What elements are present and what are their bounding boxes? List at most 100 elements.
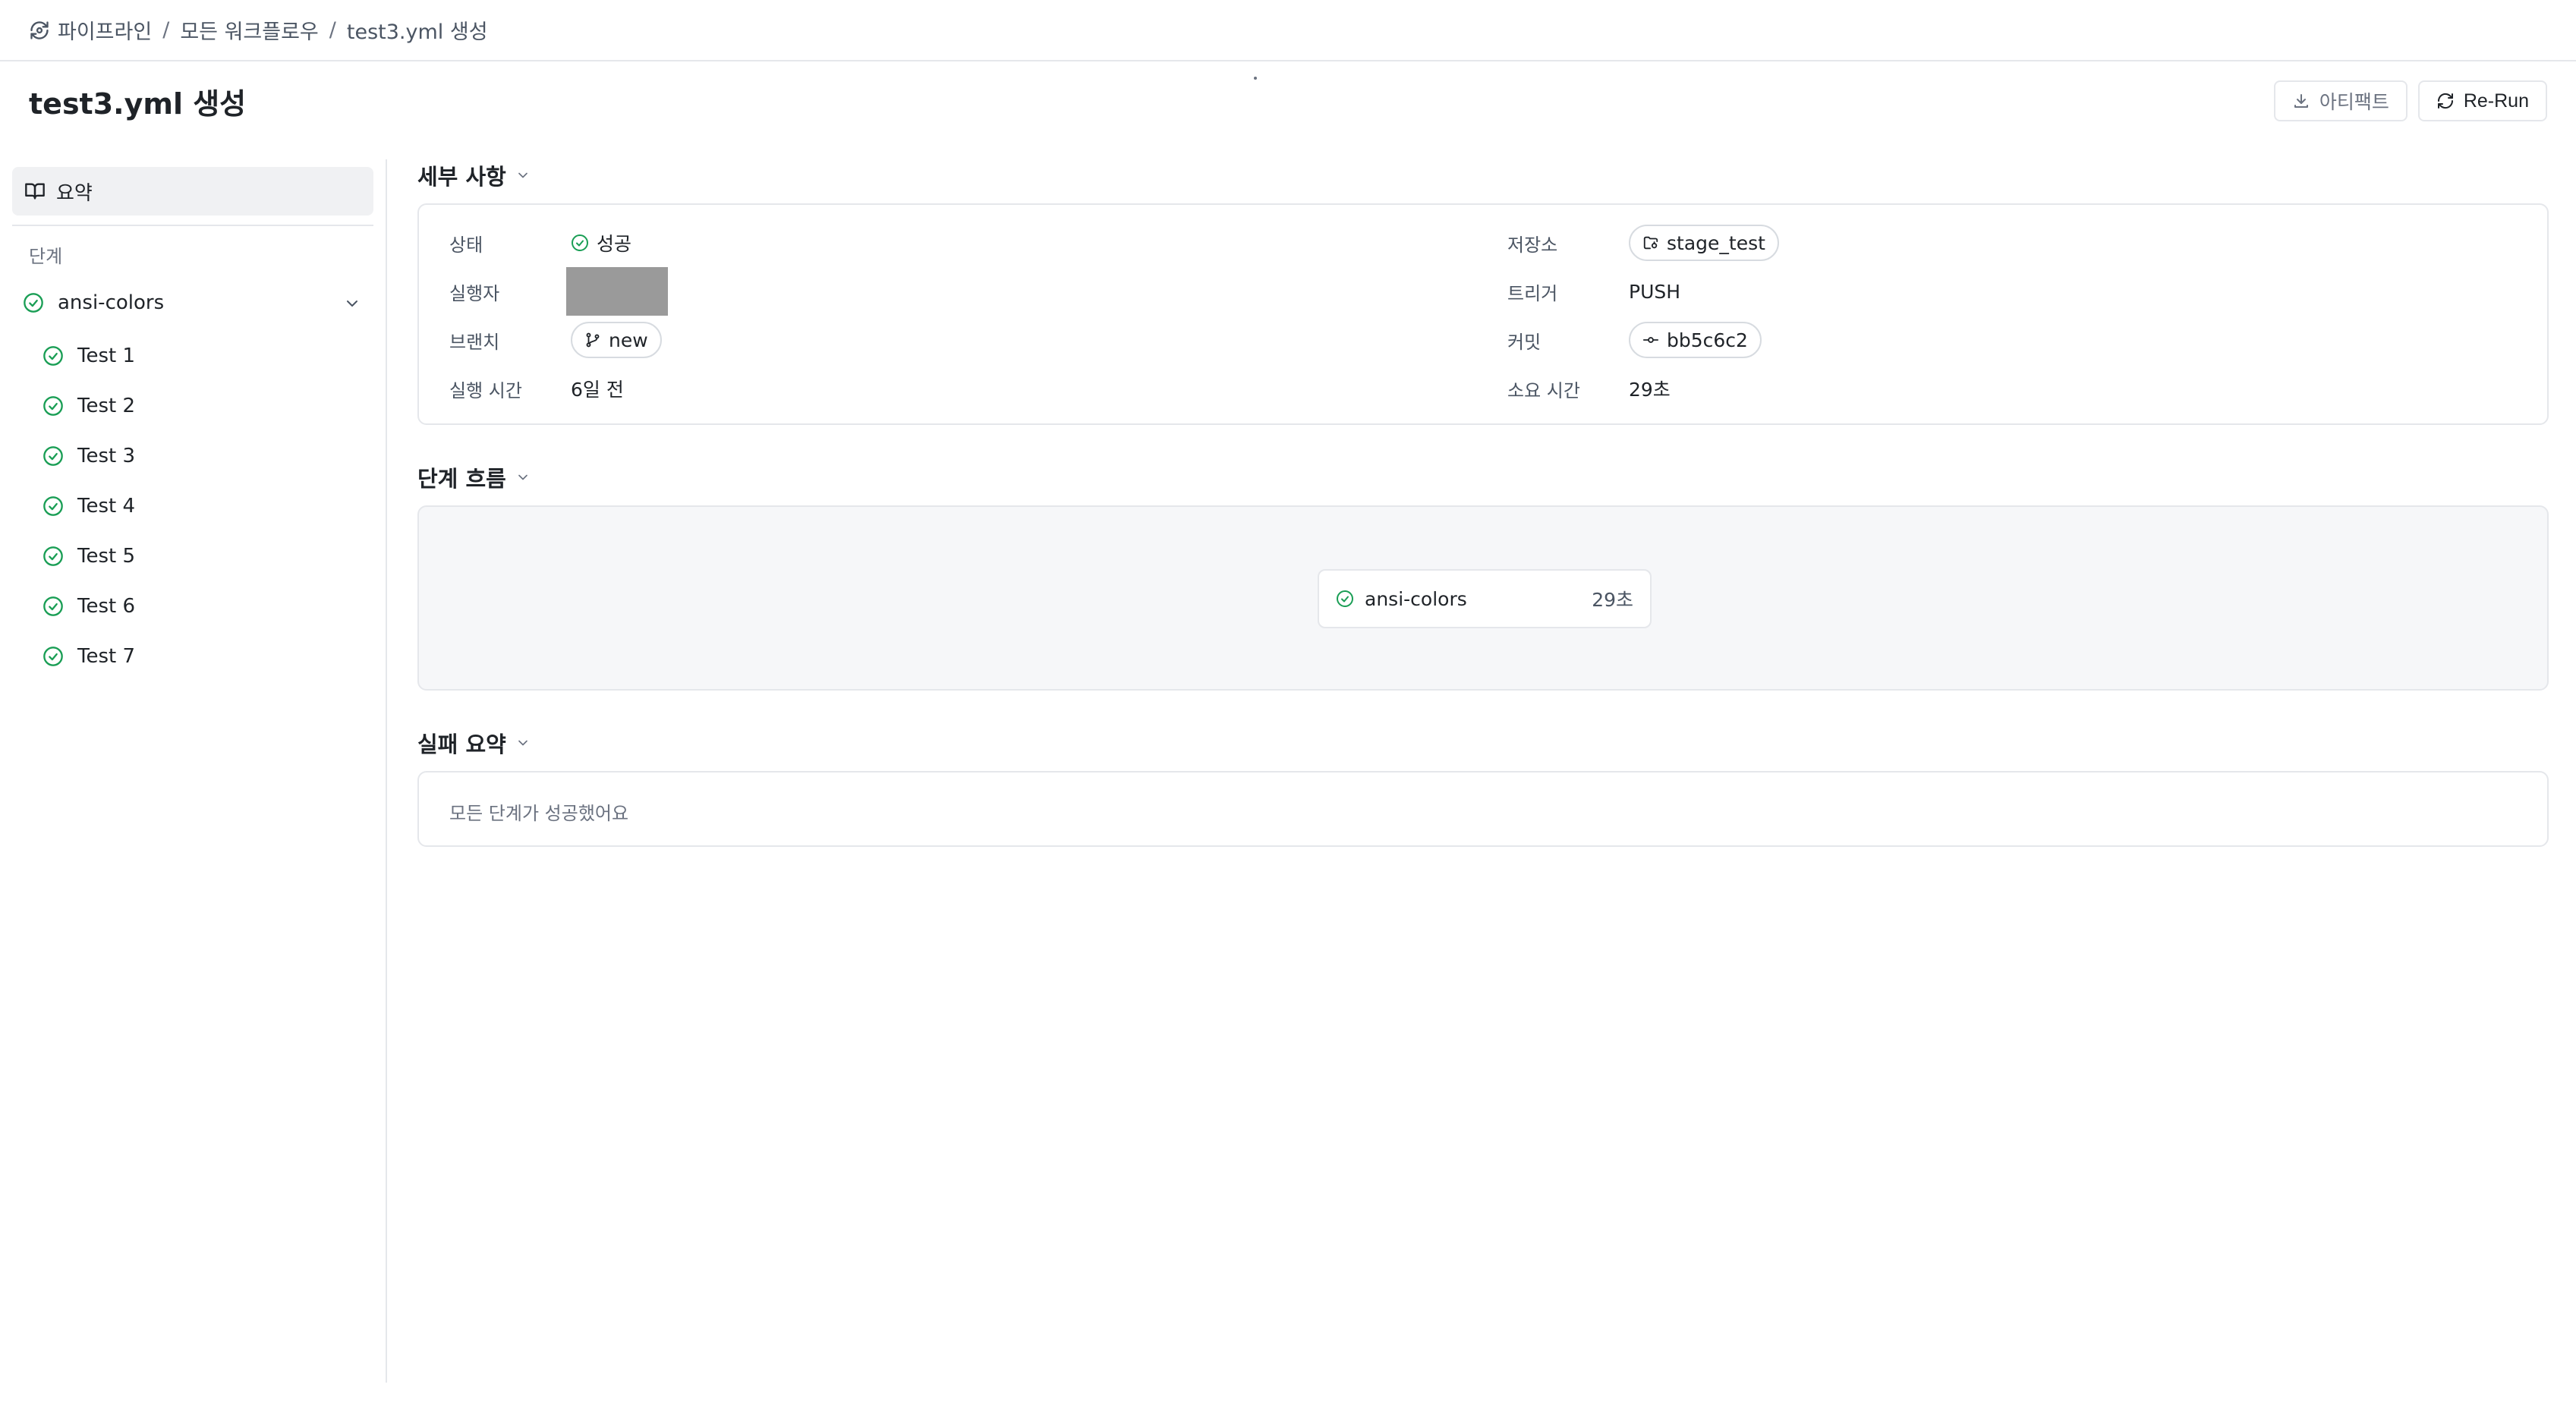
chevron-down-icon[interactable] <box>343 294 361 313</box>
detail-run-time-row: 실행 시간 6일 전 <box>449 367 624 410</box>
detail-status-label: 상태 <box>449 234 483 256</box>
chevron-down-icon <box>515 168 531 183</box>
detail-commit-label: 커밋 <box>1507 331 1542 353</box>
check-circle-icon <box>43 345 64 367</box>
rerun-button[interactable]: Re-Run <box>2417 80 2547 121</box>
pipeline-refresh-icon <box>29 20 50 41</box>
detail-status-row: 상태 성공 <box>449 222 631 264</box>
sidebar: 요약 단계 ansi-colors Test 1 Test 2 Test 3 T… <box>0 159 387 1383</box>
breadcrumb-middle-label: 모든 워크플로우 <box>180 20 319 44</box>
detail-runner-row: 실행자 <box>449 267 668 316</box>
status-badge: 성공 <box>571 229 631 256</box>
folder-git-icon <box>1642 234 1659 251</box>
failure-message: 모든 단계가 성공했어요 <box>449 803 629 824</box>
repo-value: stage_test <box>1667 231 1765 254</box>
detail-commit-row: 커밋 bb5c6c2 <box>1507 319 1762 361</box>
refresh-icon <box>2436 92 2455 110</box>
detail-trigger-label: 트리거 <box>1507 282 1558 304</box>
flow-node-ansi-colors[interactable]: ansi-colors 29초 <box>1318 569 1652 628</box>
check-circle-icon <box>43 546 64 567</box>
sidebar-step-item[interactable]: Test 6 <box>43 581 135 631</box>
details-section-header[interactable]: 세부 사항 <box>417 159 531 191</box>
breadcrumb: 파이프라인 / 모든 워크플로우 / test3.yml 생성 <box>0 0 2576 61</box>
sidebar-step-label: Test 2 <box>77 395 136 417</box>
commit-pill[interactable]: bb5c6c2 <box>1629 322 1762 358</box>
flow-card: ansi-colors 29초 <box>417 505 2549 691</box>
detail-run-time-label: 실행 시간 <box>449 379 522 401</box>
branch-value: new <box>609 329 648 351</box>
artifact-button[interactable]: 아티팩트 <box>2273 80 2408 121</box>
failure-section-header[interactable]: 실패 요약 <box>417 727 531 759</box>
check-circle-icon <box>43 646 64 667</box>
breadcrumb-separator: / <box>162 18 170 42</box>
details-card: 상태 성공 실행자 브랜치 new 실행 시간 6일 전 저장소 stage_t… <box>417 203 2549 425</box>
book-open-icon <box>24 181 46 202</box>
sidebar-summary-label: 요약 <box>56 181 93 205</box>
detail-duration-row: 소요 시간 29초 <box>1507 367 1671 410</box>
failure-heading: 실패 요약 <box>417 732 506 757</box>
git-branch-icon <box>584 332 601 348</box>
chevron-down-icon <box>515 735 531 750</box>
flow-node-duration: 29초 <box>1592 589 1633 611</box>
decorative-dot <box>1254 77 1257 80</box>
check-circle-icon <box>23 292 44 313</box>
header-actions: 아티팩트 Re-Run <box>2273 80 2547 121</box>
check-circle-icon <box>571 234 589 252</box>
detail-trigger-value: PUSH <box>1629 280 1681 303</box>
rerun-button-label: Re-Run <box>2463 90 2529 112</box>
flow-section-header[interactable]: 단계 흐름 <box>417 461 531 493</box>
sidebar-section-label: 단계 <box>29 246 63 267</box>
breadcrumb-current: test3.yml 생성 <box>347 15 488 45</box>
detail-repo-label: 저장소 <box>1507 234 1558 256</box>
detail-status-value: 성공 <box>597 233 632 255</box>
detail-trigger-row: 트리거 PUSH <box>1507 270 1680 313</box>
detail-duration-value: 29초 <box>1629 379 1671 401</box>
sidebar-item-summary[interactable]: 요약 <box>12 167 373 216</box>
repo-pill[interactable]: stage_test <box>1629 225 1779 261</box>
sidebar-step-item[interactable]: Test 3 <box>43 431 135 481</box>
sidebar-step-item[interactable]: Test 5 <box>43 531 135 581</box>
sidebar-step-label: Test 4 <box>77 495 136 518</box>
chevron-down-icon <box>515 470 531 485</box>
sidebar-step-item[interactable]: Test 1 <box>43 331 135 381</box>
artifact-button-label: 아티팩트 <box>2319 92 2389 113</box>
breadcrumb-all-workflows[interactable]: 모든 워크플로우 <box>180 15 318 45</box>
detail-duration-label: 소요 시간 <box>1507 379 1580 401</box>
flow-heading: 단계 흐름 <box>417 466 506 492</box>
check-circle-icon <box>1336 590 1354 608</box>
check-circle-icon <box>43 445 64 467</box>
detail-repo-row: 저장소 stage_test <box>1507 222 1779 264</box>
failure-card: 모든 단계가 성공했어요 <box>417 771 2549 847</box>
detail-run-time-value: 6일 전 <box>571 379 624 401</box>
sidebar-job-label: ansi-colors <box>58 291 165 314</box>
commit-value: bb5c6c2 <box>1667 329 1748 351</box>
breadcrumb-current-label: test3.yml 생성 <box>346 20 488 44</box>
download-icon <box>2292 92 2310 110</box>
sidebar-step-list: Test 1 Test 2 Test 3 Test 4 Test 5 Test … <box>43 331 135 681</box>
runner-avatar-redacted <box>566 267 668 316</box>
page-title: test3.yml 생성 <box>29 87 247 121</box>
details-heading: 세부 사항 <box>417 164 506 190</box>
sidebar-step-item[interactable]: Test 7 <box>43 631 135 681</box>
branch-pill[interactable]: new <box>571 322 662 358</box>
sidebar-step-label: Test 1 <box>77 345 136 367</box>
sidebar-step-label: Test 6 <box>77 595 136 618</box>
sidebar-divider <box>12 225 373 226</box>
sidebar-step-item[interactable]: Test 2 <box>43 381 135 431</box>
sidebar-step-label: Test 3 <box>77 445 136 467</box>
sidebar-step-label: Test 7 <box>77 645 136 668</box>
sidebar-step-item[interactable]: Test 4 <box>43 481 135 531</box>
detail-runner-label: 실행자 <box>449 282 500 304</box>
check-circle-icon <box>43 596 64 617</box>
breadcrumb-separator: / <box>329 18 336 42</box>
breadcrumb-root-label: 파이프라인 <box>58 20 153 44</box>
check-circle-icon <box>43 496 64 517</box>
detail-branch-row: 브랜치 new <box>449 319 662 361</box>
detail-branch-label: 브랜치 <box>449 331 500 353</box>
breadcrumb-pipelines[interactable]: 파이프라인 <box>29 15 152 45</box>
flow-node-label: ansi-colors <box>1365 587 1467 610</box>
sidebar-job-ansi-colors[interactable]: ansi-colors <box>12 281 373 325</box>
git-commit-icon <box>1642 332 1659 348</box>
sidebar-step-label: Test 5 <box>77 545 136 568</box>
check-circle-icon <box>43 395 64 417</box>
